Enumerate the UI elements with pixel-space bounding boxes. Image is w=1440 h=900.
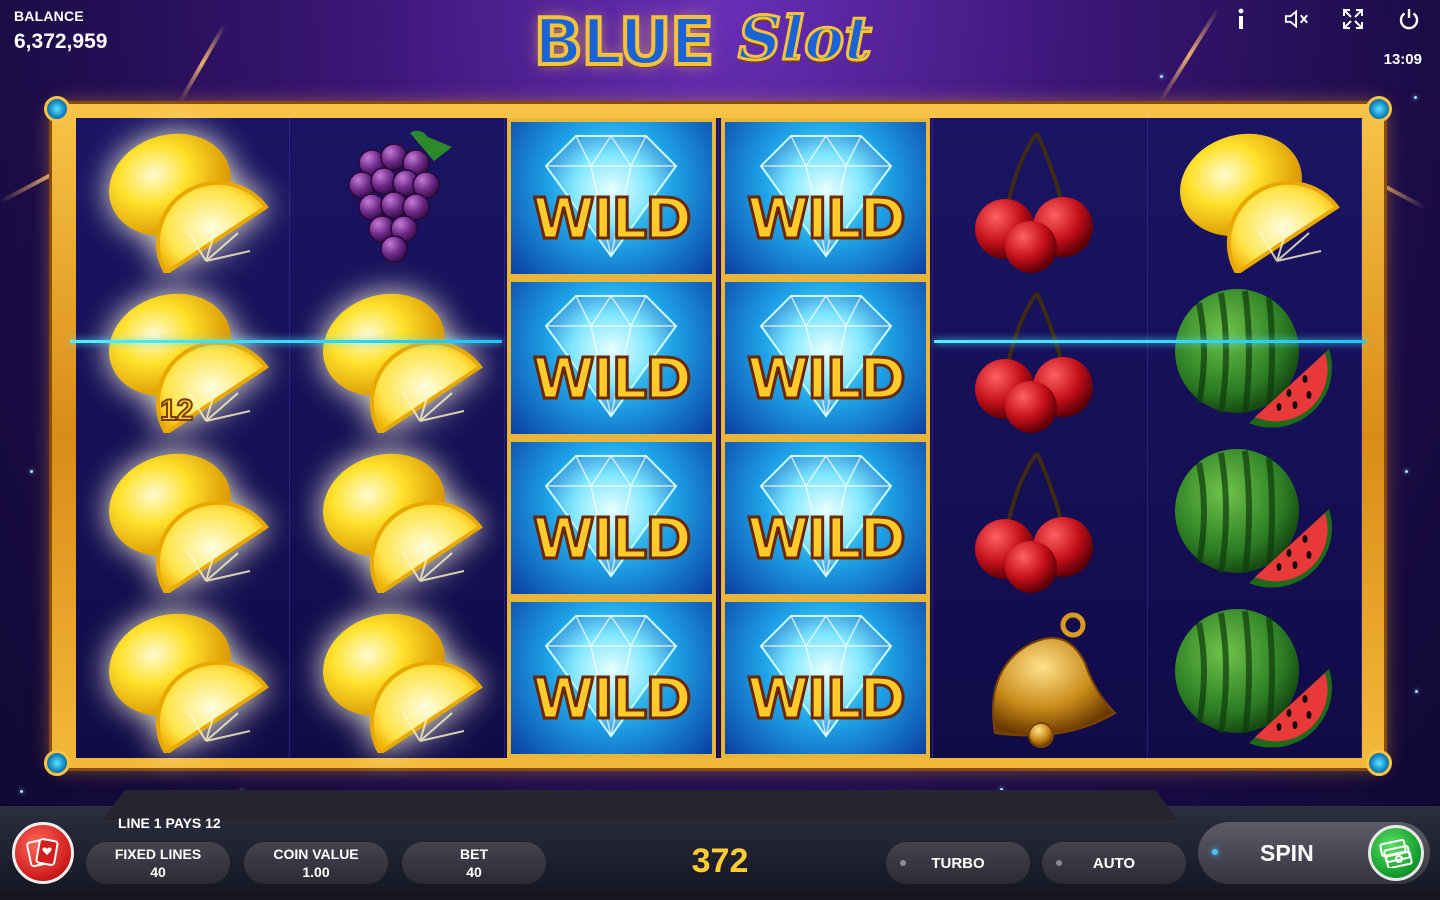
light-beam [1158, 7, 1220, 104]
bet-label: BET [460, 846, 488, 862]
auto-indicator [1056, 860, 1062, 866]
fixed-lines-label: FIXED LINES [114, 846, 202, 862]
bet-control[interactable]: BET 40 [402, 842, 546, 884]
symbol-lemon [76, 438, 289, 598]
turbo-toggle[interactable]: TURBO [886, 842, 1030, 884]
wild-label: WILD [746, 346, 908, 414]
wild-label: WILD [746, 666, 908, 734]
reel-5 [933, 118, 1148, 758]
frame-gem [1366, 96, 1392, 122]
symbol-wild: WILD [720, 438, 931, 598]
status-message: LINE 1 PAYS 12 [118, 815, 221, 831]
top-toolbar [1228, 6, 1422, 32]
symbol-lemon [290, 278, 503, 438]
power-icon[interactable] [1396, 6, 1422, 32]
reel-1 [76, 118, 291, 758]
turbo-indicator [900, 860, 906, 866]
symbol-wild: WILD [506, 438, 716, 598]
symbol-wild: WILD [506, 278, 716, 438]
symbol-grapes [290, 118, 503, 278]
light-beam [178, 23, 227, 103]
wild-label: WILD [746, 506, 908, 574]
info-icon[interactable] [1228, 6, 1254, 32]
symbol-wild: WILD [506, 598, 716, 758]
symbol-watermelon [1148, 438, 1361, 598]
logo-word-slot: Slot [737, 3, 874, 76]
bet-value: 40 [466, 864, 482, 880]
total-win-display: 372 [691, 842, 749, 880]
fixed-lines-control[interactable]: FIXED LINES 40 [86, 842, 230, 884]
symbol-cherries [933, 278, 1146, 438]
symbol-watermelon [1148, 278, 1361, 438]
coin-value-control[interactable]: COIN VALUE 1.00 [244, 842, 388, 884]
symbol-cherries [933, 438, 1146, 598]
fullscreen-icon[interactable] [1340, 6, 1366, 32]
symbol-wild: WILD [720, 598, 931, 758]
symbol-lemon [290, 438, 503, 598]
symbol-bell [933, 598, 1146, 758]
symbol-wild: WILD [720, 118, 931, 278]
payline [934, 340, 1366, 343]
symbol-cherries [933, 118, 1146, 278]
symbol-lemon [290, 598, 503, 758]
spin-button[interactable]: SPIN [1198, 822, 1430, 884]
symbol-watermelon [1148, 598, 1361, 758]
coin-value-value: 1.00 [302, 864, 330, 880]
symbol-lemon [1148, 118, 1361, 278]
wild-label: WILD [531, 506, 693, 574]
fixed-lines-value: 40 [150, 864, 166, 880]
line-win-amount: 12 [159, 393, 194, 428]
reel-6 [1148, 118, 1362, 758]
auto-label: AUTO [1092, 854, 1136, 872]
balance-display: BALANCE 6,372,959 [14, 8, 107, 54]
sound-muted-icon[interactable] [1284, 6, 1310, 32]
reel-4: WILD WILD WILD WILD [719, 118, 934, 758]
symbol-wild: WILD [720, 278, 931, 438]
balance-value: 6,372,959 [14, 30, 108, 53]
frame-gem [1366, 750, 1392, 776]
reel-2 [290, 118, 505, 758]
symbol-lemon [76, 598, 289, 758]
symbol-wild: WILD [506, 118, 716, 278]
game-logo: BLUE Slot [520, 2, 920, 86]
reel-grid: WILD WILD WILD WILD WILD WILD WILD WILD [76, 118, 1362, 758]
auto-toggle[interactable]: AUTO [1042, 842, 1186, 884]
frame-gem [44, 750, 70, 776]
gamble-cards-button[interactable] [12, 822, 74, 884]
wild-label: WILD [531, 346, 693, 414]
coin-value-label: COIN VALUE [273, 846, 359, 862]
balance-label: BALANCE [14, 8, 84, 24]
turbo-label: TURBO [931, 854, 985, 872]
symbol-lemon [76, 118, 289, 278]
spin-indicator [1212, 849, 1218, 855]
cards-icon [26, 838, 59, 868]
clock: 13:09 [1383, 51, 1422, 68]
money-stack-icon[interactable] [1368, 825, 1424, 881]
payline [70, 340, 502, 343]
wild-label: WILD [746, 186, 908, 254]
frame-gem [44, 96, 70, 122]
wild-label: WILD [531, 186, 693, 254]
spin-label: SPIN [1260, 840, 1314, 866]
reel-3: WILD WILD WILD WILD [505, 118, 719, 758]
wild-label: WILD [531, 666, 693, 734]
logo-word-blue: BLUE [532, 4, 716, 82]
